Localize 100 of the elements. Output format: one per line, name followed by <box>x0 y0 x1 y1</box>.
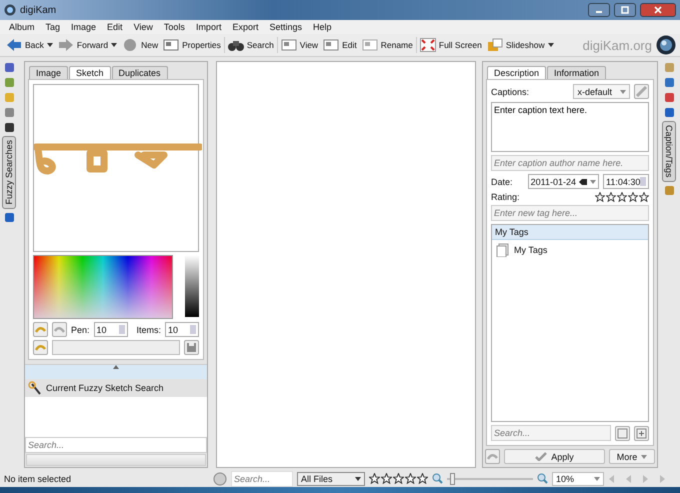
pen-label: Pen: <box>71 324 90 334</box>
tree-header[interactable]: My Tags <box>492 225 648 240</box>
tag-search-field[interactable]: Search... <box>491 425 611 441</box>
author-field[interactable]: Enter caption author name here. <box>491 155 649 171</box>
zoom-dropdown[interactable]: 10% <box>552 472 604 486</box>
menu-item[interactable]: Edit <box>107 22 123 32</box>
star-icon[interactable] <box>369 473 380 484</box>
minimize-button[interactable] <box>588 3 610 17</box>
time-field[interactable]: 11:04:30 <box>603 174 649 189</box>
toolbar-button[interactable]: Back <box>4 35 55 55</box>
sidebar-icon[interactable] <box>2 121 16 134</box>
star-icon[interactable] <box>617 192 627 202</box>
sidebar-tab[interactable]: Fuzzy Searches <box>2 136 16 209</box>
arrow-icon <box>58 38 74 52</box>
brightness-gradient-picker[interactable] <box>185 255 199 317</box>
status-search-field[interactable]: Search... <box>231 470 293 486</box>
app-icon <box>4 4 16 16</box>
toolbar-button[interactable]: Forward <box>56 35 120 55</box>
language-dropdown[interactable]: x-default <box>573 84 630 99</box>
caret-icon <box>548 43 554 47</box>
menu-item[interactable]: Settings <box>269 22 302 32</box>
star-icon[interactable] <box>595 192 605 202</box>
tab[interactable]: Image <box>29 66 68 79</box>
globe-logo <box>656 35 676 55</box>
menu-item[interactable]: Album <box>9 22 35 32</box>
date-label: Date: <box>491 176 513 186</box>
sidebar-icon[interactable] <box>662 106 676 119</box>
sidebar-icon[interactable] <box>2 210 16 224</box>
menu-item[interactable]: Export <box>232 22 258 32</box>
caption-field[interactable]: Enter caption text here. <box>491 102 649 152</box>
star-icon[interactable] <box>405 473 416 484</box>
sidebar-icon[interactable] <box>2 61 16 74</box>
toolbar-button[interactable]: Full Screen <box>418 35 484 55</box>
zoom-out-icon[interactable] <box>432 473 443 484</box>
disc-icon <box>122 38 138 52</box>
star-icon[interactable] <box>606 192 616 202</box>
star-icon[interactable] <box>639 192 649 202</box>
menu-item[interactable]: Import <box>196 22 222 32</box>
star-icon[interactable] <box>381 473 392 484</box>
more-button[interactable]: More <box>609 449 655 464</box>
close-button[interactable] <box>640 3 676 17</box>
close-icon <box>654 6 662 14</box>
star-icon[interactable] <box>393 473 404 484</box>
color-palette[interactable] <box>33 255 173 319</box>
tab[interactable]: Description <box>487 66 546 79</box>
fullscreen-icon <box>420 38 436 52</box>
menu-item[interactable]: Tag <box>46 22 60 32</box>
slider-handle[interactable] <box>450 472 455 484</box>
rating-filter-stars[interactable] <box>369 473 428 484</box>
rating-stars[interactable] <box>595 192 649 202</box>
pen-size-spinbox[interactable]: 10 <box>94 322 128 337</box>
window-title: digiKam <box>20 4 56 16</box>
toolbar-button[interactable]: Rename <box>360 35 415 55</box>
menu-item[interactable]: View <box>134 22 153 32</box>
menu-item[interactable]: Tools <box>164 22 185 32</box>
toolbar-button[interactable]: New <box>120 35 160 55</box>
caret-icon <box>594 476 600 480</box>
reset-button[interactable] <box>33 340 48 355</box>
tag-tree[interactable]: My Tags My Tags <box>491 224 649 422</box>
scrollbar[interactable] <box>26 454 206 466</box>
add-tag-button[interactable] <box>634 426 649 440</box>
plus-icon <box>636 428 647 438</box>
toolbar-button[interactable]: Search <box>226 35 276 55</box>
tag-item[interactable]: My Tags <box>492 240 648 260</box>
arrow-icon <box>6 38 22 52</box>
zoom-in-icon[interactable] <box>537 473 548 484</box>
window-icon <box>362 38 378 52</box>
tab[interactable]: Duplicates <box>112 66 168 79</box>
toolbar-button[interactable]: Properties <box>161 35 223 55</box>
caret-icon <box>590 180 596 184</box>
star-icon[interactable] <box>628 192 638 202</box>
maximize-button[interactable] <box>614 3 636 17</box>
slides-icon <box>486 38 503 52</box>
tab[interactable]: Sketch <box>69 66 111 79</box>
toolbar-button[interactable]: View <box>278 35 320 55</box>
sidebar-tab[interactable]: Caption/Tags <box>662 121 676 182</box>
rating-label: Rating: <box>491 192 520 202</box>
menu-item[interactable]: Help <box>313 22 332 32</box>
apply-button[interactable]: Apply <box>504 449 605 464</box>
save-button[interactable] <box>184 340 199 355</box>
items-spinbox[interactable]: 10 <box>165 322 199 337</box>
star-icon[interactable] <box>417 473 428 484</box>
toolbar-button[interactable]: Edit <box>321 35 359 55</box>
new-tag-field[interactable]: Enter new tag here... <box>491 205 649 221</box>
toolbar-button[interactable]: Slideshow <box>484 35 556 55</box>
tag-button[interactable] <box>615 426 630 440</box>
menu-item[interactable]: Image <box>71 22 96 32</box>
floppy-icon <box>186 342 197 353</box>
caret-icon <box>355 476 361 480</box>
date-field[interactable]: 2011-01-24 <box>528 174 599 189</box>
undo-button[interactable] <box>33 322 48 337</box>
tab[interactable]: Information <box>547 66 606 79</box>
saved-search-item[interactable]: Current Fuzzy Sketch Search <box>25 379 207 397</box>
search-field[interactable]: Search... <box>25 437 207 453</box>
window-icon <box>280 38 297 52</box>
file-filter-dropdown[interactable]: All Files <box>297 472 365 486</box>
items-label: Items: <box>136 324 161 334</box>
tag-icon <box>496 243 510 257</box>
name-field[interactable] <box>52 340 180 355</box>
brand-text: digiKam.org <box>582 38 652 52</box>
